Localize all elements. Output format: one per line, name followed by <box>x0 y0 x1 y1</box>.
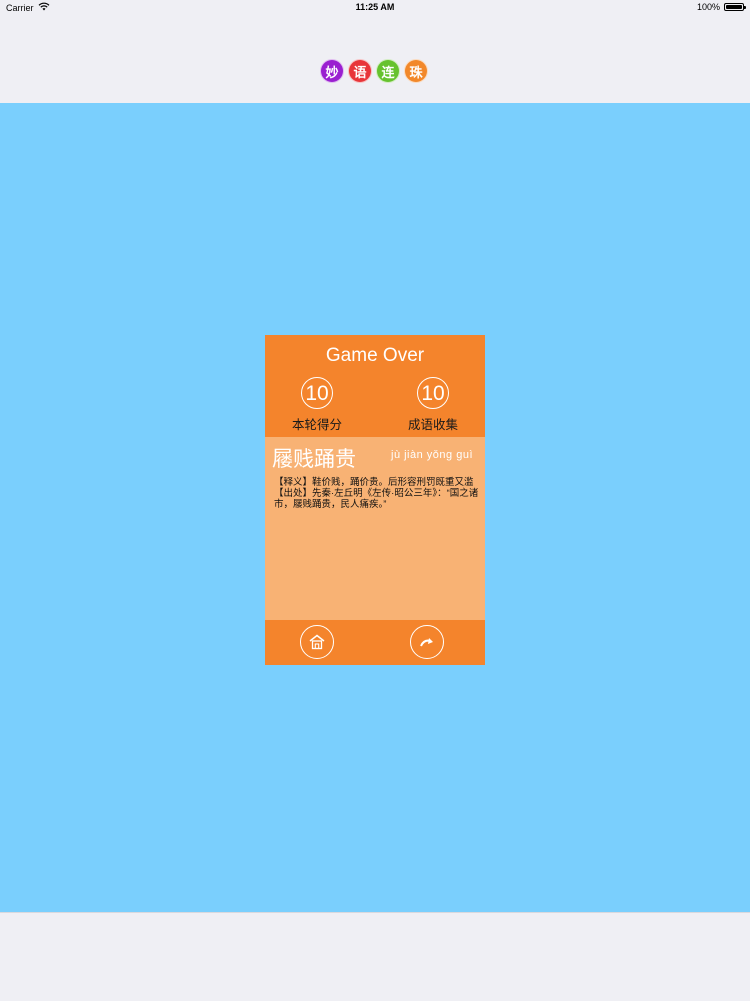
logo-char: 妙 <box>320 59 344 83</box>
app-logo: 妙语连珠 <box>320 59 428 83</box>
wifi-icon <box>38 2 50 13</box>
home-button[interactable] <box>300 625 334 659</box>
status-bar: Carrier 11:25 AM 100% <box>0 0 750 15</box>
idiom-description: 【释义】鞋价贱，踊价贵。后形容刑罚既重又滥 【出处】先秦·左丘明《左传·昭公三年… <box>274 477 479 510</box>
status-left: Carrier <box>6 2 50 13</box>
idiom-source: 【出处】先秦·左丘明《左传·昭公三年》：“国之诸市，屦贱踊贵，民人痛疾。” <box>274 488 479 510</box>
battery-fill <box>726 5 742 9</box>
idiom-meaning: 【释义】鞋价贱，踊价贵。后形容刑罚既重又滥 <box>274 477 474 488</box>
collected-stat: 10 成语收集 <box>383 377 483 433</box>
home-icon <box>309 634 325 650</box>
status-right: 100% <box>696 2 746 12</box>
score-stat: 10 本轮得分 <box>267 377 367 433</box>
logo-char: 连 <box>376 59 400 83</box>
next-arrow-icon <box>420 638 433 647</box>
card-header: Game Over 10 本轮得分 10 成语收集 <box>265 335 485 437</box>
logo-char: 珠 <box>404 59 428 83</box>
carrier-label: Carrier <box>6 2 34 13</box>
collected-value: 10 <box>417 377 449 409</box>
score-value: 10 <box>301 377 333 409</box>
nav-bar: 妙语连珠 <box>0 15 750 104</box>
game-over-card: Game Over 10 本轮得分 10 成语收集 屦贱踊贵 jù jiàn y… <box>265 335 485 665</box>
battery-icon <box>724 3 746 11</box>
status-time: 11:25 AM <box>355 2 395 12</box>
idiom-pinyin: jù jiàn yǒng guì <box>391 449 473 461</box>
next-button[interactable] <box>410 625 444 659</box>
collected-label: 成语收集 <box>407 418 458 432</box>
logo-char: 语 <box>348 59 372 83</box>
score-label: 本轮得分 <box>291 418 342 432</box>
card-footer <box>265 620 485 665</box>
battery-percent: 100% <box>696 2 720 12</box>
bottom-bar <box>0 912 750 1001</box>
game-over-title: Game Over <box>325 345 425 366</box>
idiom-name: 屦贱踊贵 <box>272 448 356 471</box>
